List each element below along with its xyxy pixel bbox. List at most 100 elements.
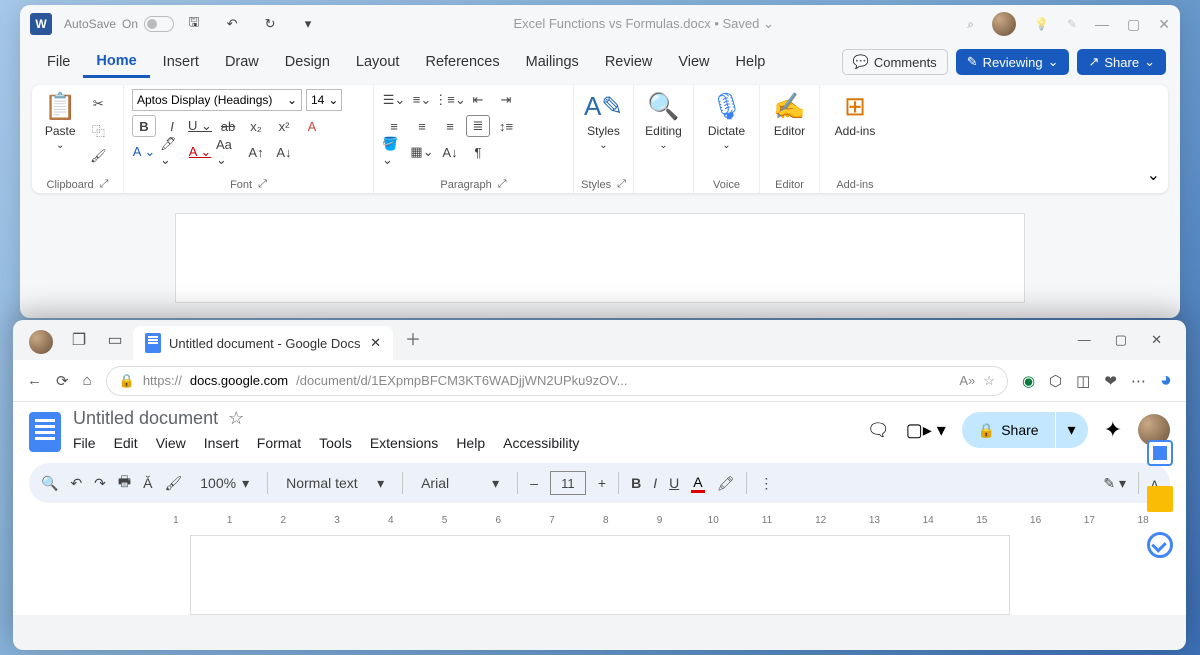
refresh-button[interactable]: ⟳ [56, 372, 69, 390]
lightbulb-icon[interactable]: 💡 [1034, 17, 1049, 31]
menu-help[interactable]: Help [456, 435, 485, 451]
minimize-button[interactable]: — [1078, 332, 1091, 348]
search-icon[interactable]: ⌕ [967, 17, 974, 32]
grow-font-button[interactable]: A↑ [244, 141, 268, 163]
browser-tab-docs[interactable]: Untitled document - Google Docs ✕ [133, 326, 393, 360]
italic-button[interactable]: I [160, 115, 184, 137]
highlight-color-button[interactable]: 🖍 [717, 475, 735, 492]
superscript-button[interactable]: x² [272, 115, 296, 137]
menu-edit[interactable]: Edit [114, 435, 138, 451]
tab-view[interactable]: View [665, 48, 722, 76]
share-dropdown[interactable]: ▾ [1056, 412, 1088, 448]
font-color-button[interactable]: A ⌄ [132, 141, 156, 163]
tasks-icon[interactable] [1147, 532, 1173, 558]
change-case-button[interactable]: Aa ⌄ [216, 141, 240, 163]
bullets-button[interactable]: ☰⌄ [382, 89, 406, 111]
comment-history-icon[interactable]: 🗨 [867, 420, 890, 441]
menu-extensions[interactable]: Extensions [370, 435, 438, 451]
align-right-button[interactable]: ≡ [438, 115, 462, 137]
font-size-input[interactable]: 11 [550, 471, 586, 495]
more-icon[interactable]: ⋯ [1131, 372, 1146, 390]
redo-icon[interactable]: ↷ [94, 475, 106, 492]
ruler[interactable]: 1123456789101112131415161718 [29, 509, 1170, 531]
profile-avatar[interactable] [29, 330, 53, 354]
increase-indent-button[interactable]: ⇥ [494, 89, 518, 111]
collapse-ribbon-icon[interactable]: ⌄ [1147, 165, 1160, 185]
show-marks-button[interactable]: ¶ [466, 141, 490, 163]
search-menus-icon[interactable]: 🔍 [41, 475, 58, 492]
docs-logo-icon[interactable] [29, 412, 61, 452]
split-screen-icon[interactable]: ◫ [1076, 372, 1090, 390]
print-icon[interactable]: 🖶 [118, 471, 131, 495]
undo-icon[interactable]: ↶ [70, 475, 82, 492]
favorite-icon[interactable]: ☆ [983, 373, 995, 389]
menu-accessibility[interactable]: Accessibility [503, 435, 579, 451]
align-left-button[interactable]: ≡ [382, 115, 406, 137]
menu-insert[interactable]: Insert [204, 435, 239, 451]
numbering-button[interactable]: ≡⌄ [410, 89, 434, 111]
shading-button[interactable]: 🪣⌄ [382, 141, 406, 163]
shrink-font-button[interactable]: A↓ [272, 141, 296, 163]
text-color-button[interactable]: A [691, 474, 704, 493]
tab-design[interactable]: Design [272, 48, 343, 76]
collections-icon[interactable]: ❤ [1104, 372, 1117, 390]
share-button[interactable]: ↗ Share ⌄ [1077, 49, 1166, 75]
decrease-font-button[interactable]: – [530, 475, 538, 491]
close-button[interactable]: ✕ [1158, 16, 1170, 33]
back-button[interactable]: ← [27, 372, 42, 389]
dictate-button[interactable]: 🎙Dictate⌄ [702, 89, 751, 153]
home-button[interactable]: ⌂ [83, 372, 92, 389]
tab-layout[interactable]: Layout [343, 48, 413, 76]
editing-button[interactable]: 🔍Editing⌄ [642, 89, 685, 153]
underline-button[interactable]: U [669, 475, 679, 491]
italic-button[interactable]: I [653, 475, 657, 491]
increase-font-button[interactable]: + [598, 475, 606, 491]
addins-button[interactable]: ⊞Add-ins [828, 89, 882, 140]
cut-icon[interactable]: ✂ [86, 93, 110, 115]
format-painter-icon[interactable]: 🖌 [86, 145, 110, 167]
dialog-launcher-icon[interactable]: ⤢ [498, 178, 507, 191]
zoom-select[interactable]: 100% ▾ [194, 475, 255, 492]
dialog-launcher-icon[interactable]: ⤢ [258, 178, 267, 191]
comments-button[interactable]: 💬 Comments [842, 49, 948, 75]
docs-title[interactable]: Untitled document [73, 408, 218, 429]
more-options-icon[interactable]: ⋮ [759, 475, 773, 492]
autosave-toggle[interactable]: AutoSave On [64, 16, 174, 32]
extensions-icon[interactable]: ⬡ [1049, 372, 1062, 390]
star-icon[interactable]: ☆ [228, 408, 244, 429]
tab-references[interactable]: References [412, 48, 512, 76]
paint-format-icon[interactable]: 🖌 [164, 475, 182, 492]
dialog-launcher-icon[interactable]: ⤢ [100, 178, 109, 191]
qat-dropdown-icon[interactable]: ▾ [296, 13, 320, 35]
share-button[interactable]: 🔒 Share [962, 412, 1055, 448]
tab-actions-icon[interactable]: ▭ [103, 328, 127, 352]
font-color-2-button[interactable]: A ⌄ [188, 141, 212, 163]
copilot-icon[interactable]: ◕ [1160, 369, 1172, 392]
style-select[interactable]: Normal text ▾ [280, 475, 390, 492]
menu-format[interactable]: Format [257, 435, 301, 451]
pen-icon[interactable]: ✎ [1067, 17, 1077, 31]
undo-icon[interactable]: ↶ [220, 13, 244, 35]
extension-grammarly-icon[interactable]: ◉ [1022, 372, 1035, 390]
maximize-button[interactable]: ▢ [1127, 16, 1140, 33]
highlight-button[interactable]: 🖊⌄ [160, 141, 184, 163]
address-bar[interactable]: 🔒 https://docs.google.com/document/d/1EX… [106, 366, 1008, 396]
minimize-button[interactable]: — [1095, 16, 1109, 32]
align-center-button[interactable]: ≡ [410, 115, 434, 137]
calendar-icon[interactable] [1147, 440, 1173, 466]
text-effects-button[interactable]: A [300, 115, 324, 137]
editing-mode-button[interactable]: ✎ ▾ [1103, 475, 1126, 492]
close-button[interactable]: ✕ [1151, 332, 1162, 348]
meet-icon[interactable]: ▢▸ ▾ [906, 420, 946, 441]
multilevel-button[interactable]: ⋮≡⌄ [438, 89, 462, 111]
tab-home[interactable]: Home [83, 47, 149, 78]
tab-insert[interactable]: Insert [150, 48, 212, 76]
editor-button[interactable]: ✍Editor [768, 89, 811, 140]
menu-tools[interactable]: Tools [319, 435, 352, 451]
justify-button[interactable]: ≣ [466, 115, 490, 137]
save-icon[interactable]: 🖫 [182, 13, 206, 35]
tab-help[interactable]: Help [723, 48, 779, 76]
tab-file[interactable]: File [34, 48, 83, 76]
bold-button[interactable]: B [132, 115, 156, 137]
gemini-icon[interactable]: ✦ [1104, 417, 1122, 443]
